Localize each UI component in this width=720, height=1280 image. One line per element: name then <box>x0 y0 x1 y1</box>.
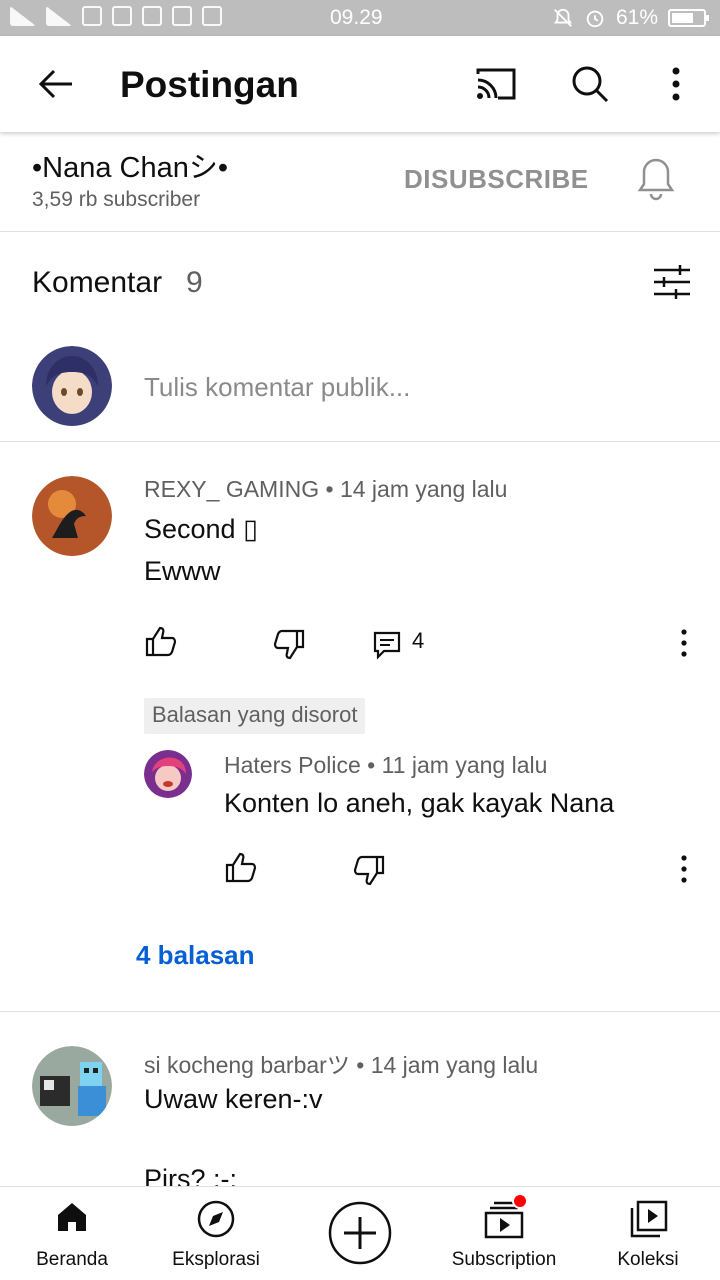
nav-label: Subscription <box>451 1249 557 1270</box>
home-icon <box>58 1203 86 1231</box>
wifi-icon <box>112 6 132 26</box>
comment-author[interactable]: si kocheng barbarツ <box>144 1052 350 1078</box>
nav-subscriptions[interactable]: Subscription <box>432 1187 576 1280</box>
app-notification-icon <box>82 6 102 26</box>
comment-input[interactable]: Tulis komentar publik... <box>144 372 410 403</box>
sort-filter-icon[interactable] <box>652 262 692 302</box>
comment-author[interactable]: REXY_ GAMING <box>144 476 319 502</box>
more-vert-icon[interactable] <box>660 66 692 102</box>
comment-time: 14 jam yang lalu <box>339 476 508 502</box>
create-icon <box>328 1201 392 1265</box>
comments-header: Komentar 9 <box>0 232 720 332</box>
nav-label: Koleksi <box>617 1249 679 1270</box>
signal-icon <box>10 6 36 26</box>
new-content-badge <box>512 1193 528 1209</box>
commenter-avatar[interactable] <box>32 1046 112 1126</box>
reply-like-icon[interactable] <box>224 850 258 884</box>
compass-icon <box>197 1200 235 1238</box>
meta-separator: • <box>325 476 340 502</box>
reply-meta: Haters Police • 11 jam yang lalu <box>224 752 547 779</box>
comment-meta: REXY_ GAMING • 14 jam yang lalu <box>144 476 507 503</box>
nav-library[interactable]: Koleksi <box>576 1187 720 1280</box>
mute-icon <box>553 8 573 27</box>
channel-name[interactable]: •Nana Chanシ• <box>32 144 228 186</box>
status-bar: 09.29 61% <box>0 0 720 36</box>
dislike-icon[interactable] <box>272 628 306 662</box>
nav-home[interactable]: Beranda <box>0 1187 144 1280</box>
alarm-icon <box>586 10 604 28</box>
comment-thread: si kocheng barbarツ • 14 jam yang lalu Uw… <box>0 1014 720 1186</box>
highlighted-reply-label: Balasan yang disorot <box>144 698 366 734</box>
comment-text-line: Ewww <box>144 556 221 586</box>
meta-separator: • <box>356 1052 371 1078</box>
like-icon[interactable] <box>144 624 178 658</box>
comment-text-line: Uwaw keren-:v <box>144 1084 323 1114</box>
commenter-avatar[interactable] <box>32 476 112 556</box>
bell-icon[interactable] <box>636 156 676 202</box>
reply-count: 4 <box>412 628 425 653</box>
reply-more-icon[interactable] <box>678 854 690 884</box>
compose-comment: Tulis komentar publik... <box>0 332 720 442</box>
reply-text: Konten lo aneh, gak kayak Nana <box>224 788 615 818</box>
status-icons-right: 61% <box>552 6 709 30</box>
comment-text-line: Pirs? :-: <box>144 1164 238 1186</box>
notification-icon <box>172 6 192 26</box>
mail-icon <box>142 6 162 26</box>
comments-count: 9 <box>186 266 203 299</box>
nav-label: Eksplorasi <box>172 1249 260 1270</box>
comment-meta: si kocheng barbarツ • 14 jam yang lalu <box>144 1046 538 1080</box>
reply-icon[interactable] <box>370 628 404 662</box>
signal-icon-2 <box>46 6 72 26</box>
comment-text-line: Second ▯ <box>144 514 258 544</box>
subscriber-count: 3,59 rb subscriber <box>32 188 201 211</box>
library-icon <box>630 1200 668 1238</box>
meta-separator: • <box>367 752 382 778</box>
comment-more-icon[interactable] <box>678 628 690 658</box>
search-icon[interactable] <box>570 64 610 104</box>
cast-icon[interactable] <box>474 66 518 102</box>
comment-time: 14 jam yang lalu <box>370 1052 539 1078</box>
comment-thread: REXY_ GAMING • 14 jam yang lalu Second ▯… <box>0 444 720 1012</box>
channel-row: •Nana Chanシ• 3,59 rb subscriber DISUBSCR… <box>0 134 720 232</box>
status-icons-left <box>10 6 222 26</box>
reply-author-avatar[interactable] <box>144 750 192 798</box>
nav-explore[interactable]: Eksplorasi <box>144 1187 288 1280</box>
comments-label: Komentar <box>32 266 163 299</box>
nav-create[interactable] <box>288 1187 432 1280</box>
back-arrow-icon[interactable] <box>36 64 76 104</box>
nav-label: Beranda <box>36 1249 108 1270</box>
clock: 09.29 <box>330 6 383 29</box>
battery-percent: 61% <box>615 6 658 29</box>
unsubscribe-button[interactable]: DISUBSCRIBE <box>404 164 589 195</box>
reply-author[interactable]: Haters Police <box>224 752 361 778</box>
view-replies-link[interactable]: 4 balasan <box>136 940 255 971</box>
reply-time: 11 jam yang lalu <box>381 752 548 778</box>
page-title: Postingan <box>120 64 299 105</box>
user-avatar <box>32 346 112 426</box>
reply-dislike-icon[interactable] <box>352 854 386 888</box>
download-icon <box>202 6 222 26</box>
bottom-navigation: Beranda Eksplorasi Subscription Koleksi <box>0 1186 720 1280</box>
battery-icon <box>668 9 709 27</box>
app-bar: Postingan <box>0 36 720 132</box>
